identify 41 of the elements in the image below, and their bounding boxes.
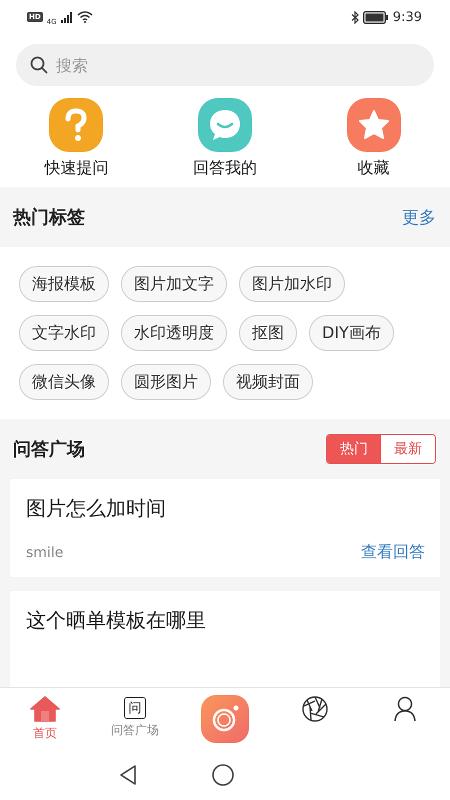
- tag-chip[interactable]: 微信头像: [19, 364, 109, 400]
- signal-icon: [60, 12, 73, 22]
- action-label[interactable]: 回答我的: [192, 158, 257, 179]
- tag-chip[interactable]: 水印透明度: [121, 315, 227, 351]
- clock-time: 9:39: [392, 10, 422, 24]
- battery-icon: [362, 10, 389, 24]
- action-label[interactable]: 快速提问: [44, 158, 108, 179]
- back-icon[interactable]: [119, 765, 137, 785]
- tag-chip[interactable]: 圆形图片: [121, 364, 211, 400]
- view-answers-link[interactable]: 查看回答: [361, 542, 425, 563]
- search-icon: [30, 56, 48, 74]
- camera-icon: [210, 704, 240, 734]
- tag-chip[interactable]: 图片加水印: [239, 266, 345, 302]
- search-field[interactable]: 搜索: [16, 44, 434, 86]
- question-mark-icon[interactable]: [49, 98, 104, 152]
- chat-bubble-icon[interactable]: [198, 98, 252, 152]
- question-card[interactable]: 图片怎么加时间 smile 查看回答: [10, 479, 440, 577]
- question-title: 图片怎么加时间: [26, 495, 167, 522]
- filter-tab[interactable]: 最新: [381, 435, 435, 463]
- home-icon[interactable]: [30, 696, 60, 722]
- tab-label[interactable]: 问答广场: [111, 722, 159, 739]
- wifi-icon: [76, 11, 93, 23]
- tag-chip[interactable]: 抠图: [239, 315, 297, 351]
- action-label[interactable]: 收藏: [358, 158, 390, 179]
- aperture-icon[interactable]: [302, 696, 328, 722]
- tag-chip[interactable]: DIY画布: [309, 315, 394, 351]
- home-circle-icon[interactable]: [212, 764, 234, 786]
- tag-chip[interactable]: 图片加文字: [121, 266, 227, 302]
- question-tab-icon[interactable]: 问: [124, 697, 146, 719]
- tag-chip[interactable]: 文字水印: [19, 315, 109, 351]
- question-title: 这个晒单模板在哪里: [26, 607, 207, 634]
- camera-button[interactable]: [201, 695, 249, 743]
- tag-chip[interactable]: 视频封面: [223, 364, 313, 400]
- author-name: smile: [26, 544, 64, 560]
- question-card[interactable]: 这个晒单模板在哪里: [10, 591, 440, 687]
- tag-chip[interactable]: 海报模板: [19, 266, 109, 302]
- section-title: 热门标签: [13, 206, 85, 229]
- bluetooth-icon: [350, 10, 359, 24]
- section-title: 问答广场: [13, 438, 85, 461]
- person-icon[interactable]: [394, 696, 416, 722]
- more-link[interactable]: 更多: [402, 206, 436, 228]
